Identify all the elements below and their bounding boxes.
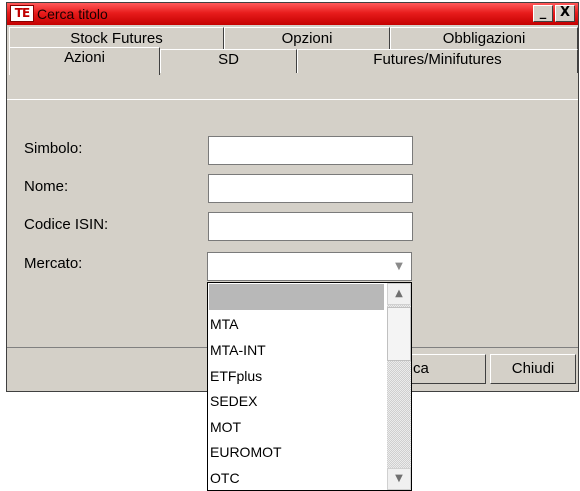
app-logo-icon: TE: [10, 5, 34, 22]
tab-futures-minifutures[interactable]: Futures/Minifutures: [297, 49, 578, 73]
simbolo-label: Simbolo:: [24, 140, 83, 157]
dropdown-option[interactable]: OTC: [209, 465, 384, 490]
codice-isin-input[interactable]: [208, 212, 413, 241]
dropdown-option[interactable]: MTA: [209, 311, 384, 337]
dropdown-option-empty[interactable]: [209, 284, 384, 310]
codice-isin-label: Codice ISIN:: [24, 216, 109, 233]
tab-stock-futures[interactable]: Stock Futures: [9, 27, 224, 49]
tab-sd[interactable]: SD: [160, 49, 297, 73]
tab-opzioni[interactable]: Opzioni: [224, 27, 390, 49]
close-window-button[interactable]: X: [555, 5, 575, 22]
mercato-dropdown-list: MTA MTA-INT ETFplus SEDEX MOT EUROMOT OT…: [207, 282, 412, 491]
tab-obbligazioni[interactable]: Obbligazioni: [390, 27, 578, 49]
chiudi-button[interactable]: Chiudi: [490, 354, 576, 384]
scroll-thumb[interactable]: [387, 307, 411, 361]
dropdown-scrollbar[interactable]: ▲ ▼: [387, 283, 411, 490]
dropdown-option[interactable]: MOT: [209, 414, 384, 440]
scroll-up-icon[interactable]: ▲: [387, 283, 411, 305]
mercato-select[interactable]: ▼: [207, 252, 412, 281]
mercato-label: Mercato:: [24, 255, 83, 272]
nome-label: Nome:: [24, 178, 69, 195]
dropdown-option[interactable]: EUROMOT: [209, 439, 384, 465]
scroll-down-icon[interactable]: ▼: [387, 468, 411, 490]
simbolo-input[interactable]: [208, 136, 413, 165]
window-title: Cerca titolo: [37, 6, 108, 22]
dropdown-option[interactable]: SEDEX: [209, 388, 384, 414]
dropdown-option[interactable]: MTA-INT: [209, 337, 384, 363]
nome-input[interactable]: [208, 174, 413, 203]
minimize-button[interactable]: _: [533, 5, 553, 22]
dropdown-option[interactable]: ETFplus: [209, 363, 384, 389]
title-bar[interactable]: TE Cerca titolo _ X: [7, 3, 578, 25]
tab-azioni[interactable]: Azioni: [9, 47, 160, 75]
chevron-down-icon[interactable]: ▼: [388, 254, 410, 279]
